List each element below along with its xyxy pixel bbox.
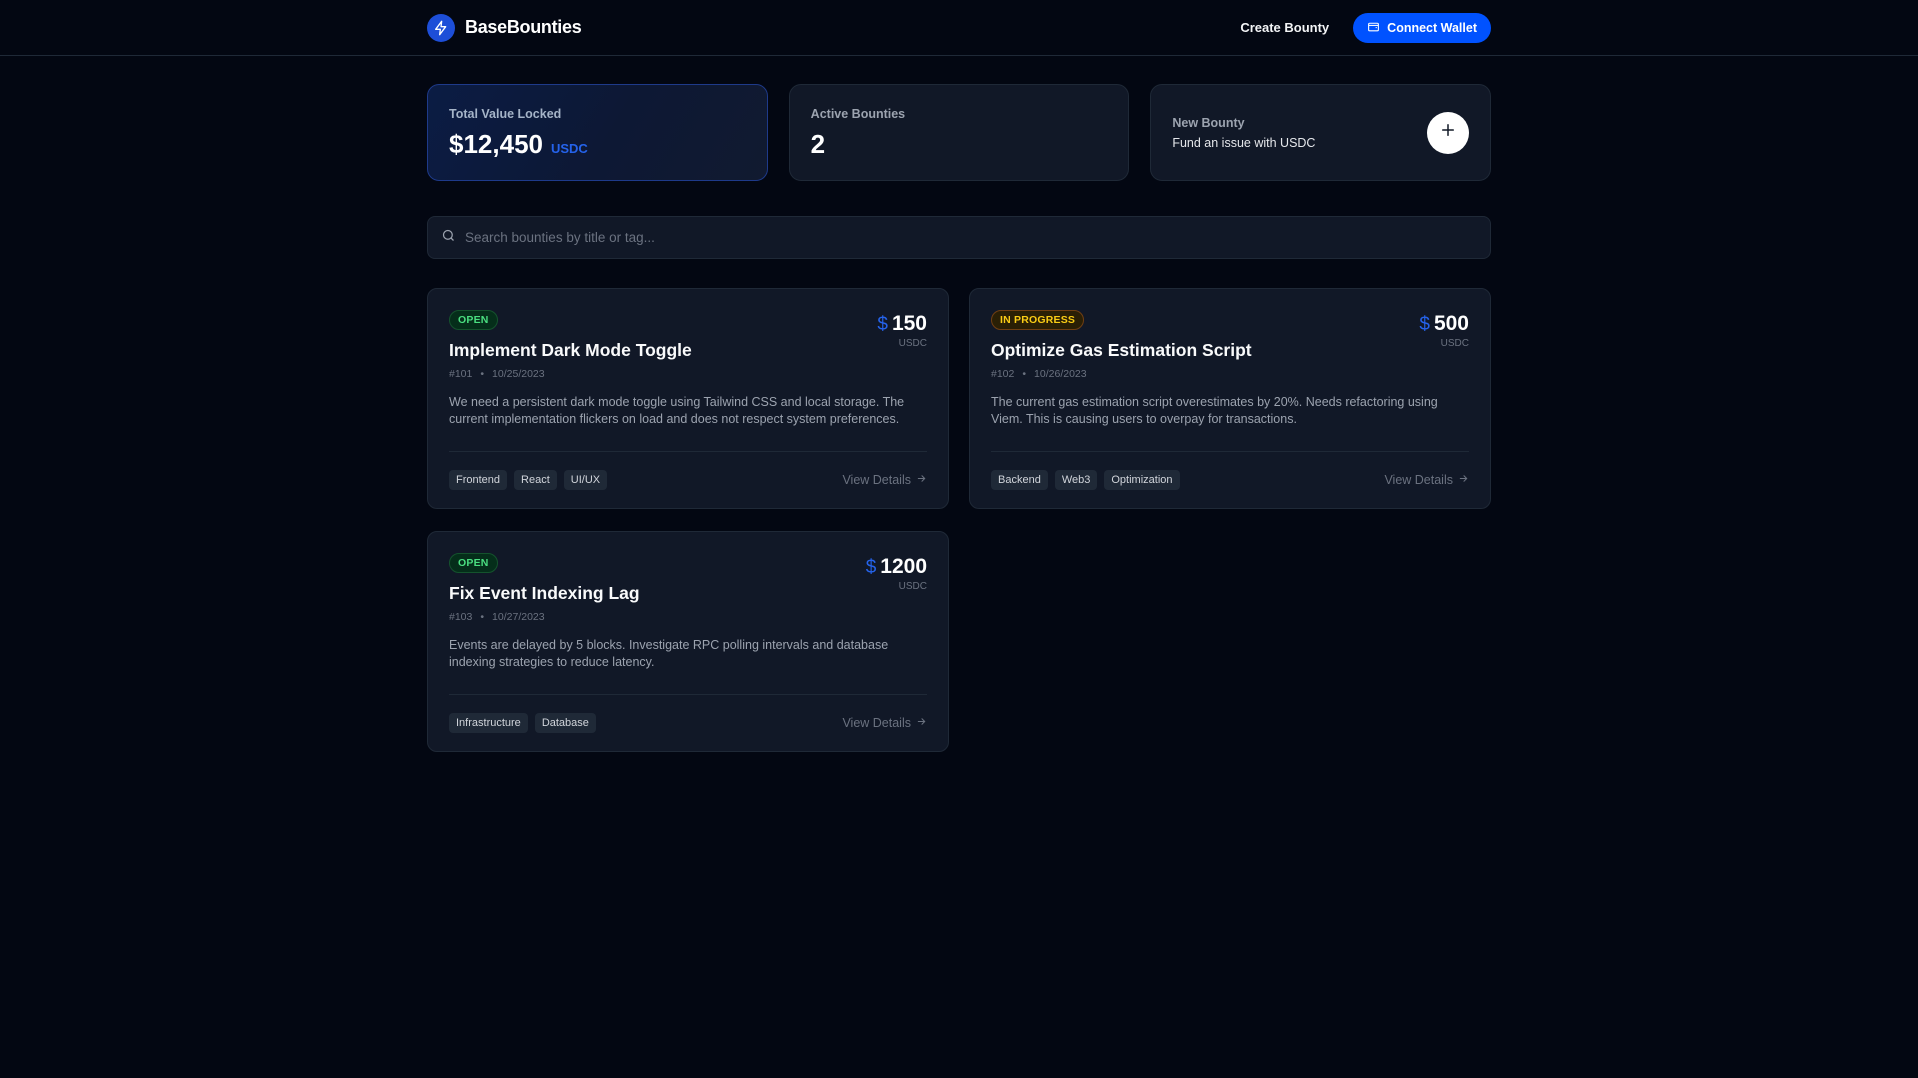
arrow-right-icon <box>1458 473 1469 487</box>
brand-name: BaseBounties <box>465 17 582 37</box>
dollar-icon: $ <box>877 314 888 335</box>
new-bounty-subtitle: Fund an issue with USDC <box>1172 135 1316 150</box>
bounty-card[interactable]: IN PROGRESS Optimize Gas Estimation Scri… <box>969 288 1491 509</box>
reward-amount: 1200 <box>880 555 927 578</box>
bounty-id: #101 <box>449 368 473 380</box>
bounty-description: Events are delayed by 5 blocks. Investig… <box>449 638 889 669</box>
tag-list: Frontend React UI/UX <box>449 470 608 490</box>
tag[interactable]: Database <box>534 713 596 733</box>
bounty-reward: $ 1200 USDC <box>866 553 927 623</box>
bounty-id: #102 <box>991 368 1015 380</box>
reward-unit: USDC <box>1440 338 1469 349</box>
new-bounty-button[interactable] <box>1427 111 1470 154</box>
tvl-label: Total Value Locked <box>449 107 562 121</box>
tag[interactable]: UI/UX <box>563 470 608 490</box>
plus-icon <box>1439 121 1457 144</box>
active-bounties-label: Active Bounties <box>810 107 906 121</box>
bounty-id: #103 <box>449 611 473 623</box>
view-details-link[interactable]: View Details <box>842 716 927 730</box>
lightning-icon <box>427 13 455 42</box>
bounty-date: 10/27/2023 <box>492 611 545 623</box>
view-details-label: View Details <box>842 716 911 730</box>
active-bounties-card: Active Bounties 2 <box>788 84 1130 181</box>
tag[interactable]: Infrastructure <box>449 713 528 733</box>
wallet-icon <box>1367 20 1380 36</box>
arrow-right-icon <box>916 716 927 730</box>
view-details-link[interactable]: View Details <box>842 473 927 487</box>
create-bounty-link[interactable]: Create Bounty <box>1240 20 1329 35</box>
tvl-value: $12,450 <box>449 129 543 159</box>
view-details-label: View Details <box>1384 473 1453 487</box>
new-bounty-card[interactable]: New Bounty Fund an issue with USDC <box>1150 84 1492 181</box>
bounty-description: We need a persistent dark mode toggle us… <box>449 395 905 426</box>
search-icon <box>441 228 456 248</box>
bounty-description: The current gas estimation script overes… <box>991 395 1438 426</box>
stats-row: Total Value Locked $12,450 USDC Active B… <box>427 84 1492 181</box>
brand[interactable]: BaseBounties <box>427 13 582 42</box>
tag-list: Backend Web3 Optimization <box>991 470 1180 490</box>
bounty-date: 10/25/2023 <box>492 368 545 380</box>
connect-wallet-button[interactable]: Connect Wallet <box>1353 12 1491 43</box>
bounty-card[interactable]: OPEN Fix Event Indexing Lag #103 • 10/27… <box>427 531 949 752</box>
search-bar <box>427 216 1491 259</box>
view-details-label: View Details <box>842 473 911 487</box>
status-badge: IN PROGRESS <box>991 310 1085 330</box>
reward-amount: 500 <box>1433 312 1469 335</box>
bounty-title: Fix Event Indexing Lag <box>449 583 640 603</box>
tag[interactable]: Web3 <box>1054 470 1098 490</box>
new-bounty-title: New Bounty <box>1172 115 1245 130</box>
search-input[interactable] <box>465 230 1490 245</box>
reward-amount: 150 <box>891 312 927 335</box>
reward-unit: USDC <box>898 338 927 349</box>
meta-separator: • <box>1022 368 1027 380</box>
reward-unit: USDC <box>898 581 927 592</box>
active-bounties-value: 2 <box>810 129 826 159</box>
arrow-right-icon <box>916 473 927 487</box>
bounty-reward: $ 500 USDC <box>1419 310 1469 380</box>
tvl-unit: USDC <box>550 141 588 156</box>
meta-separator: • <box>480 611 485 623</box>
connect-wallet-label: Connect Wallet <box>1387 20 1477 35</box>
bounty-date: 10/26/2023 <box>1034 368 1087 380</box>
top-nav: BaseBounties Create Bounty Connect Walle… <box>0 0 1918 56</box>
dollar-icon: $ <box>1419 314 1430 335</box>
bounty-title: Optimize Gas Estimation Script <box>991 340 1252 360</box>
dollar-icon: $ <box>865 557 877 578</box>
tvl-card: Total Value Locked $12,450 USDC <box>427 84 768 181</box>
view-details-link[interactable]: View Details <box>1384 473 1469 487</box>
bounty-reward: $ 150 USDC <box>877 310 927 380</box>
tag[interactable]: Frontend <box>449 470 508 490</box>
tag-list: Infrastructure Database <box>449 713 596 733</box>
meta-separator: • <box>480 368 485 380</box>
bounty-title: Implement Dark Mode Toggle <box>449 340 692 360</box>
bounty-card[interactable]: OPEN Implement Dark Mode Toggle #101 • 1… <box>427 288 949 509</box>
status-badge: OPEN <box>449 553 498 573</box>
tag[interactable]: React <box>514 470 557 490</box>
status-badge: OPEN <box>449 310 498 330</box>
tag[interactable]: Optimization <box>1104 470 1180 490</box>
tag[interactable]: Backend <box>991 470 1048 490</box>
